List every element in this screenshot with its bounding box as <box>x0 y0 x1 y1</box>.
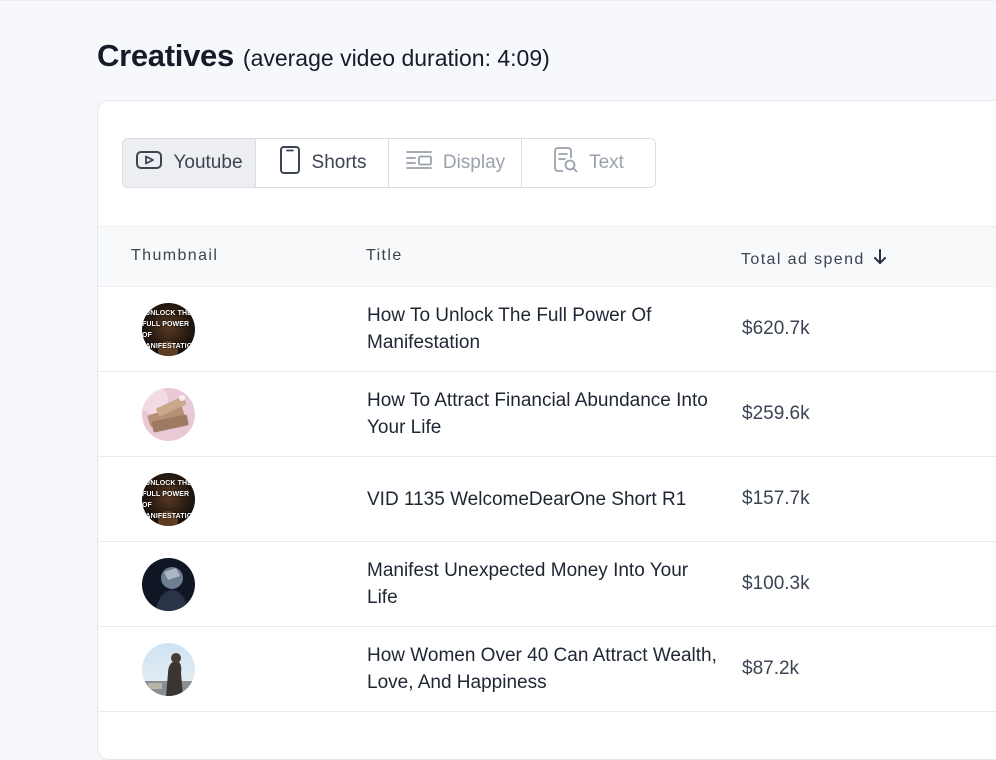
top-divider <box>0 0 996 1</box>
column-header-title: Title <box>366 247 403 264</box>
column-header-thumbnail: Thumbnail <box>131 247 219 264</box>
row-title[interactable]: Manifest Unexpected Money Into Your Life <box>367 542 717 626</box>
thumbnail-caption: UNLOCK THE FULL POWER OF MANIFESTATION <box>142 479 195 520</box>
table-header: Thumbnail Title Total ad spend <box>98 226 996 287</box>
tab-label: Text <box>589 152 624 173</box>
row-ad-spend: $100.3k <box>742 573 810 594</box>
table-row[interactable]: UNLOCK THE FULL POWER OF MANIFESTATION V… <box>98 457 996 542</box>
tab-label: Display <box>442 152 506 173</box>
table-row[interactable]: Manifest Unexpected Money Into Your Life… <box>98 542 996 627</box>
tab-label: Youtube <box>173 152 243 173</box>
row-title[interactable]: How Women Over 40 Can Attract Wealth, Lo… <box>367 627 717 711</box>
row-title[interactable]: VID 1135 WelcomeDearOne Short R1 <box>367 457 717 541</box>
column-header-label: Total ad spend <box>741 250 865 268</box>
page-title: Creatives <box>97 38 234 73</box>
row-title[interactable]: How To Unlock The Full Power Of Manifest… <box>367 287 717 371</box>
row-ad-spend: $259.6k <box>742 403 810 424</box>
video-thumbnail[interactable] <box>142 643 195 696</box>
row-title[interactable]: How To Attract Financial Abundance Into … <box>367 372 717 456</box>
tab-text[interactable]: Text <box>522 139 655 187</box>
video-thumbnail[interactable] <box>142 558 195 611</box>
tab-label: Shorts <box>311 152 367 173</box>
table-row[interactable]: UNLOCK THE FULL POWER OF MANIFESTATION H… <box>98 287 996 372</box>
video-thumbnail[interactable]: UNLOCK THE FULL POWER OF MANIFESTATION <box>142 303 195 356</box>
table-row[interactable]: How Women Over 40 Can Attract Wealth, Lo… <box>98 627 996 712</box>
table-row[interactable]: How To Attract Financial Abundance Into … <box>98 372 996 457</box>
section-heading: Creatives (average video duration: 4:09) <box>97 38 550 74</box>
tab-youtube[interactable]: Youtube <box>123 139 256 187</box>
column-header-total-ad-spend[interactable]: Total ad spend <box>741 249 887 270</box>
tab-shorts[interactable]: Shorts <box>256 139 389 187</box>
arrow-down-icon <box>873 249 887 270</box>
text-search-icon <box>553 146 579 180</box>
creative-type-tabs: Youtube Shorts Display Text <box>122 138 656 188</box>
thumbnail-caption: UNLOCK THE FULL POWER OF MANIFESTATION <box>142 309 195 350</box>
row-ad-spend: $87.2k <box>742 658 800 679</box>
play-icon <box>135 149 163 177</box>
phone-icon <box>278 145 302 181</box>
video-thumbnail[interactable] <box>142 388 195 441</box>
tab-display[interactable]: Display <box>389 139 522 187</box>
average-duration-subtitle: (average video duration: 4:09) <box>242 45 550 71</box>
row-ad-spend: $157.7k <box>742 488 810 509</box>
row-ad-spend: $620.7k <box>742 318 810 339</box>
creatives-card: Youtube Shorts Display Text Thumbnail Ti… <box>97 100 996 760</box>
display-icon <box>405 149 433 177</box>
video-thumbnail[interactable]: UNLOCK THE FULL POWER OF MANIFESTATION <box>142 473 195 526</box>
